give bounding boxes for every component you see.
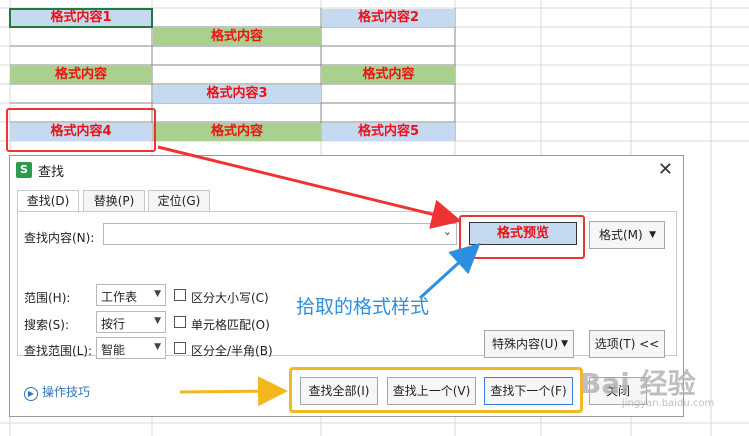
search-order-select[interactable]: 按行 ▼ — [96, 311, 166, 333]
dialog-title: 查找 — [38, 165, 65, 180]
full-half-width-label: 区分全/半角(B) — [191, 344, 273, 358]
range-value: 工作表 — [101, 290, 138, 304]
tips-link[interactable]: ▶ 操作技巧 — [24, 383, 90, 401]
dropdown-arrow-icon: ▼ — [649, 230, 656, 240]
preview-highlight-box — [459, 215, 585, 259]
cell-format-content-green[interactable]: 格式内容 — [153, 123, 321, 141]
cell-format-content-green[interactable]: 格式内容 — [10, 66, 152, 84]
case-sensitive-label: 区分大小写(C) — [191, 291, 269, 305]
baidu-watermark-url: jingyan.baidu.com — [622, 398, 715, 409]
dropdown-arrow-icon: ▼ — [154, 289, 161, 299]
search-label: 搜索(S): — [24, 318, 70, 332]
cell-format-content-green[interactable]: 格式内容 — [322, 66, 455, 84]
cell-format-content-3[interactable]: 格式内容3 — [153, 85, 321, 103]
cell-format-content-green[interactable]: 格式内容 — [153, 28, 321, 46]
options-button[interactable]: 选项(T) << — [589, 330, 665, 358]
dropdown-arrow-icon: ▼ — [561, 339, 568, 349]
tab-find[interactable]: 查找(D) — [17, 190, 79, 213]
search-order-value: 按行 — [101, 317, 126, 331]
dropdown-arrow-icon: ▼ — [154, 342, 161, 352]
find-content-input[interactable]: ⌄ — [103, 223, 457, 245]
format-button-label: 格式(M) — [599, 228, 643, 242]
look-in-value: 智能 — [101, 343, 126, 357]
cell-format-content-5[interactable]: 格式内容5 — [322, 123, 455, 141]
special-content-label: 特殊内容(U) — [492, 337, 559, 351]
special-content-button[interactable]: 特殊内容(U) ▼ — [484, 330, 574, 358]
find-content-label: 查找内容(N): — [24, 231, 95, 245]
cell-match-checkbox[interactable] — [174, 316, 186, 328]
range-label: 范围(H): — [24, 291, 71, 305]
format-button[interactable]: 格式(M) ▼ — [589, 221, 665, 249]
close-icon[interactable]: ✕ — [658, 159, 673, 180]
chevron-down-icon[interactable]: ⌄ — [443, 225, 452, 238]
look-in-select[interactable]: 智能 ▼ — [96, 337, 166, 359]
tab-goto[interactable]: 定位(G) — [148, 190, 210, 212]
range-select[interactable]: 工作表 ▼ — [96, 284, 166, 306]
full-half-width-checkbox[interactable] — [174, 342, 186, 354]
dialog-titlebar: S 查找 ✕ — [10, 156, 683, 182]
tab-replace[interactable]: 替换(P) — [83, 190, 145, 212]
baidu-watermark: Bai 经验 — [580, 367, 696, 400]
dropdown-arrow-icon: ▼ — [154, 316, 161, 326]
app-logo-icon: S — [16, 162, 32, 178]
annotation-text: 拾取的格式样式 — [296, 296, 430, 318]
case-sensitive-checkbox[interactable] — [174, 289, 186, 301]
cell-format-content-1[interactable]: 格式内容1 — [9, 8, 153, 28]
cell-match-label: 单元格匹配(O) — [191, 318, 270, 332]
look-in-label: 查找范围(L): — [24, 344, 93, 358]
play-icon: ▶ — [24, 387, 38, 401]
search-buttons-highlight-box — [289, 367, 583, 413]
cell-highlight-box — [6, 108, 156, 152]
cell-format-content-2[interactable]: 格式内容2 — [322, 9, 455, 27]
tips-label: 操作技巧 — [42, 385, 91, 399]
